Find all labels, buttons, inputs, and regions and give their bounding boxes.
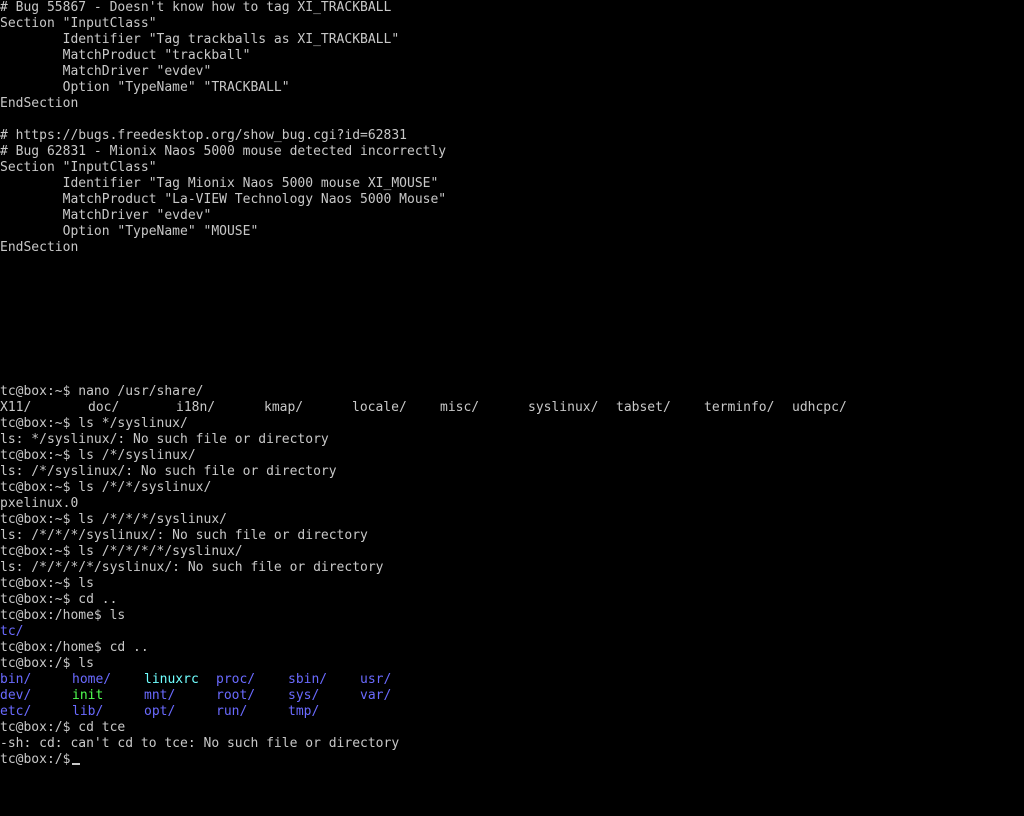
home-listing-entry: tc/ — [0, 624, 24, 639]
shell-line: pxelinux.0 — [0, 496, 79, 511]
listing-entry: bin/ — [0, 672, 32, 687]
completion-item: terminfo/ — [704, 400, 775, 415]
config-line: MatchDriver "evdev" — [0, 208, 212, 223]
completion-item: misc/ — [440, 400, 480, 415]
config-line: Section "InputClass" — [0, 16, 157, 31]
config-line: MatchProduct "trackball" — [0, 48, 251, 63]
root-listing-row: dev/ init mnt/ root/ sys/ var/ — [0, 688, 1024, 704]
completion-item: doc/ — [88, 400, 120, 415]
shell-line: tc@box:~$ ls /*/syslinux/ — [0, 448, 196, 463]
listing-entry: lib/ — [72, 704, 104, 719]
completion-item: udhcpc/ — [792, 400, 847, 415]
listing-entry: root/ — [216, 688, 256, 703]
shell-line: tc@box:~$ cd .. — [0, 592, 118, 607]
root-listing-row: bin/ home/ linuxrc proc/ sbin/ usr/ — [0, 672, 1024, 688]
listing-entry: sys/ — [288, 688, 320, 703]
config-line: Identifier "Tag trackballs as XI_TRACKBA… — [0, 32, 400, 47]
shell-line: tc@box:/home$ cd .. — [0, 640, 149, 655]
config-line: EndSection — [0, 240, 79, 255]
shell-line: ls: /*/*/*/*/syslinux/: No such file or … — [0, 560, 384, 575]
completion-item: X11/ — [0, 400, 32, 415]
shell-line: tc@box:~$ ls /*/*/syslinux/ — [0, 480, 212, 495]
terminal-screen[interactable]: # Bug 55867 - Doesn't know how to tag XI… — [0, 0, 1024, 768]
shell-line: tc@box:~$ ls — [0, 576, 94, 591]
listing-entry: var/ — [360, 688, 392, 703]
shell-line: tc@box:/$ ls — [0, 656, 94, 671]
completion-item: syslinux/ — [528, 400, 599, 415]
config-line: Option "TypeName" "MOUSE" — [0, 224, 259, 239]
listing-entry: mnt/ — [144, 688, 176, 703]
listing-entry: run/ — [216, 704, 248, 719]
completion-item: kmap/ — [264, 400, 304, 415]
listing-entry: usr/ — [360, 672, 392, 687]
shell-prompt[interactable]: tc@box:/$ — [0, 752, 78, 768]
shell-line: tc@box:~$ ls /*/*/*/syslinux/ — [0, 512, 227, 527]
config-line: # Bug 55867 - Doesn't know how to tag XI… — [0, 0, 392, 15]
config-line: # Bug 62831 - Mionix Naos 5000 mouse det… — [0, 144, 447, 159]
config-line: MatchDriver "evdev" — [0, 64, 212, 79]
shell-line: tc@box:/$ cd tce — [0, 720, 126, 735]
shell-line: tc@box:~$ ls /*/*/*/*/syslinux/ — [0, 544, 243, 559]
config-line: MatchProduct "La-VIEW Technology Naos 50… — [0, 192, 447, 207]
config-line: # https://bugs.freedesktop.org/show_bug.… — [0, 128, 407, 143]
listing-entry: opt/ — [144, 704, 176, 719]
config-line: Option "TypeName" "TRACKBALL" — [0, 80, 290, 95]
completion-row: X11/ doc/ i18n/ kmap/ locale/ misc/ sysl… — [0, 400, 1024, 416]
completion-item: locale/ — [352, 400, 407, 415]
root-listing-row: etc/ lib/ opt/ run/ tmp/ — [0, 704, 1024, 720]
listing-entry: sbin/ — [288, 672, 328, 687]
shell-line: ls: /*/syslinux/: No such file or direct… — [0, 464, 337, 479]
completion-item: i18n/ — [176, 400, 216, 415]
listing-entry: home/ — [72, 672, 112, 687]
listing-entry: linuxrc — [144, 672, 199, 687]
shell-line: tc@box:~$ ls */syslinux/ — [0, 416, 188, 431]
config-line: Identifier "Tag Mionix Naos 5000 mouse X… — [0, 176, 439, 191]
shell-line: ls: */syslinux/: No such file or directo… — [0, 432, 329, 447]
listing-entry: proc/ — [216, 672, 256, 687]
listing-entry: etc/ — [0, 704, 32, 719]
shell-line: ls: /*/*/*/syslinux/: No such file or di… — [0, 528, 368, 543]
listing-entry: init — [72, 688, 104, 703]
listing-entry: tmp/ — [288, 704, 320, 719]
config-line: Section "InputClass" — [0, 160, 157, 175]
config-line: EndSection — [0, 96, 79, 111]
shell-line: -sh: cd: can't cd to tce: No such file o… — [0, 736, 400, 751]
listing-entry: dev/ — [0, 688, 32, 703]
shell-line: tc@box:/home$ ls — [0, 608, 126, 623]
completion-item: tabset/ — [616, 400, 671, 415]
text-cursor — [72, 763, 80, 765]
shell-command-line: tc@box:~$ nano /usr/share/ — [0, 384, 204, 399]
